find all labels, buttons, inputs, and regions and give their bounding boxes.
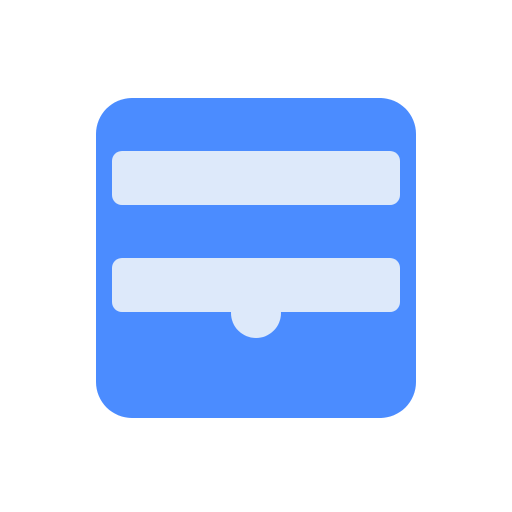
icon-canvas — [0, 0, 512, 512]
drawer-handle — [231, 288, 281, 338]
drawer-top-shelf — [112, 151, 400, 205]
